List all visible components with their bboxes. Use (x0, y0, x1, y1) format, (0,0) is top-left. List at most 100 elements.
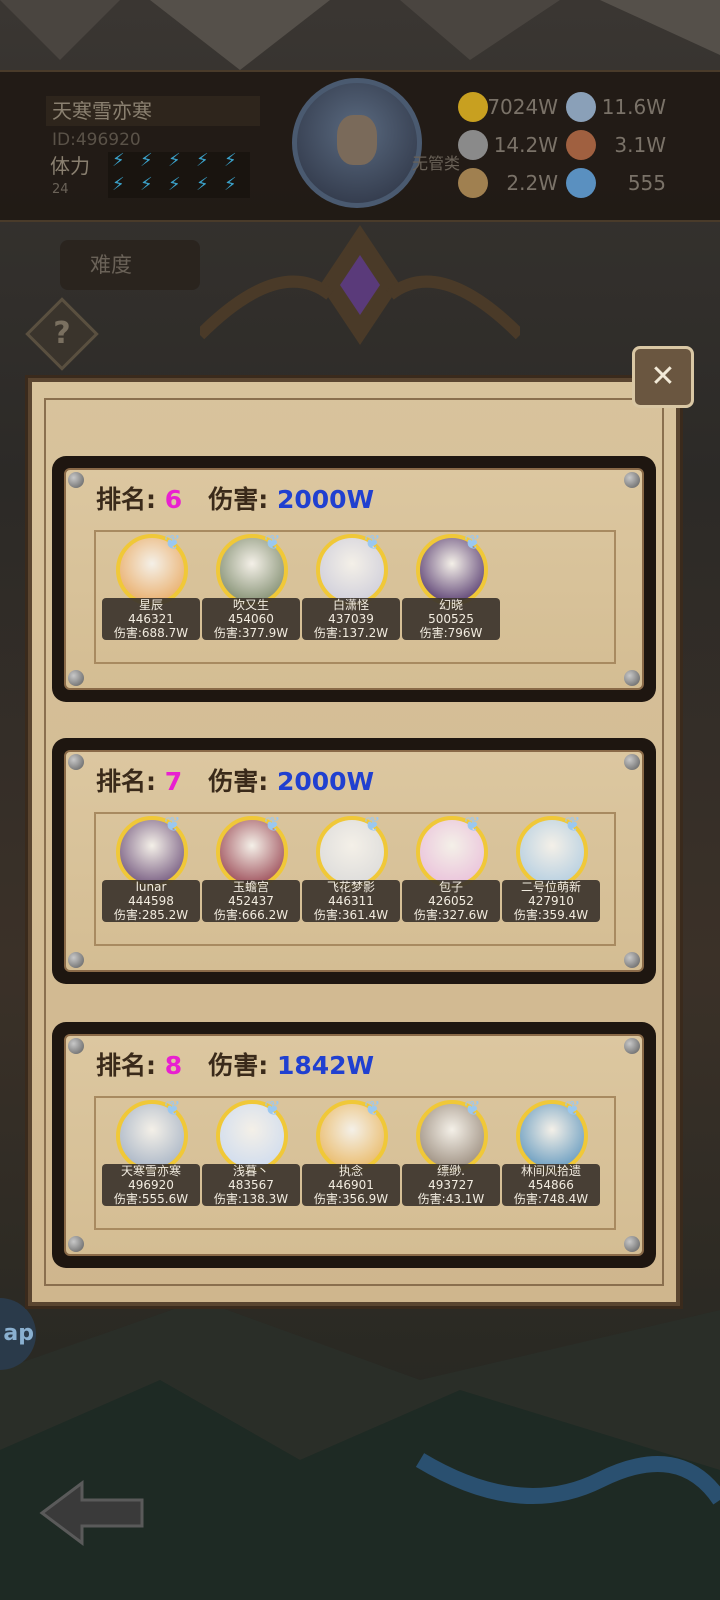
rank-number: 8 (164, 1051, 183, 1080)
lightning-icon: ⚡ (140, 174, 153, 195)
member-power: 454866 (528, 1178, 574, 1192)
member-name: 飞花梦影 (326, 880, 375, 894)
member-name: 玉蟾宫 (232, 880, 269, 894)
team-card: 排名: 8 伤害: 1842W ❦ 天寒雪亦寒 496920 伤害:555.6W ❦ 浅暮丶… (52, 1022, 656, 1268)
member-damage: 伤害:137.2W (313, 626, 389, 640)
team-member[interactable]: ❦ 星辰 446321 伤害:688.7W (102, 532, 200, 654)
member-power: 500525 (428, 612, 474, 626)
rivet (68, 1236, 84, 1252)
back-button[interactable] (32, 1478, 148, 1548)
team-member[interactable]: ❦ 缥缈. 493727 伤害:43.1W (402, 1096, 500, 1220)
team-rank-line: 排名: 8 伤害: 1842W (96, 1046, 374, 1082)
member-name: 白潇怪 (332, 598, 369, 612)
member-damage: 伤害:138.3W (213, 1192, 289, 1206)
team-member[interactable]: ❦ 林间风拾遗 454866 伤害:748.4W (502, 1096, 600, 1220)
rank-number: 7 (164, 767, 183, 796)
rivet (68, 670, 84, 686)
rivet (68, 952, 84, 968)
player-title: 无管类 (412, 154, 461, 173)
member-info: 包子 426052 伤害:327.6W (402, 880, 500, 922)
team-member[interactable]: ❦ lunar 444598 伤害:285.2W (102, 814, 200, 936)
rank-label: 排名: (96, 1051, 156, 1080)
player-avatar[interactable] (292, 78, 422, 208)
member-info: 白潇怪 437039 伤害:137.2W (302, 598, 400, 640)
team-member[interactable]: ❦ 浅暮丶 483567 伤害:138.3W (202, 1096, 300, 1220)
player-id: ID:496920 (52, 130, 141, 150)
stamina-label: 体力 (50, 154, 90, 178)
member-info: lunar 444598 伤害:285.2W (102, 880, 200, 922)
team-member[interactable]: ❦ 玉蟾宫 452437 伤害:666.2W (202, 812, 300, 936)
team-damage: 2000W (276, 767, 375, 796)
member-name: 吹又生 (232, 598, 269, 612)
lightning-icon: ⚡ (112, 174, 125, 195)
team-member[interactable]: ❦ 飞花梦影 446311 伤害:361.4W (302, 812, 400, 936)
lightning-icon: ⚡ (140, 150, 153, 171)
wing-icon: ❦ (264, 530, 281, 554)
member-info: 幻晓 500525 伤害:796W (402, 598, 500, 640)
rank-label: 排名: (96, 485, 156, 514)
difficulty-tab[interactable]: 难度 (60, 240, 200, 290)
wing-icon: ❦ (264, 1096, 281, 1120)
lightning-icon: ⚡ (168, 150, 181, 171)
close-icon: ✕ (650, 359, 676, 394)
wing-icon: ❦ (464, 812, 481, 836)
back-arrow-icon (39, 1480, 144, 1546)
damage-label: 伤害: (208, 1051, 269, 1080)
lightning-icon: ⚡ (196, 174, 209, 195)
stamina-value: 24 (52, 182, 69, 197)
member-info: 缥缈. 493727 伤害:43.1W (402, 1164, 500, 1206)
resource-value: 3.1W (614, 133, 666, 157)
member-damage: 伤害:327.6W (413, 908, 489, 922)
team-member[interactable]: ❦ 幻晓 500525 伤害:796W (402, 530, 500, 654)
damage-label: 伤害: (208, 767, 269, 796)
member-power: 452437 (228, 894, 274, 908)
side-tab-label: ap (3, 1321, 34, 1346)
member-info: 玉蟾宫 452437 伤害:666.2W (202, 880, 300, 922)
member-info: 执念 446901 伤害:356.9W (302, 1164, 400, 1206)
wing-icon: ❦ (364, 812, 381, 836)
wing-icon: ❦ (264, 812, 281, 836)
member-info: 二号位萌新 427910 伤害:359.4W (502, 880, 600, 922)
damage-label: 伤害: (208, 485, 269, 514)
lightning-icon: ⚡ (224, 150, 237, 171)
member-info: 飞花梦影 446311 伤害:361.4W (302, 880, 400, 922)
rank-number: 6 (164, 485, 183, 514)
wing-icon: ❦ (564, 1096, 581, 1120)
wing-icon: ❦ (464, 1096, 481, 1120)
member-name: 执念 (338, 1164, 363, 1178)
resource-value: 7024W (487, 95, 558, 119)
team-member[interactable]: ❦ 吹又生 454060 伤害:377.9W (202, 530, 300, 654)
rank-label: 排名: (96, 767, 156, 796)
team-card: 排名: 7 伤害: 2000W ❦ lunar 444598 伤害:285.2W ❦ 玉蟾宫… (52, 738, 656, 984)
member-info: 浅暮丶 483567 伤害:138.3W (202, 1164, 300, 1206)
team-member[interactable]: ❦ 白潇怪 437039 伤害:137.2W (302, 530, 400, 654)
help-icon: ? (53, 316, 71, 351)
member-info: 吹又生 454060 伤害:377.9W (202, 598, 300, 640)
stamina-bolts: ⚡ ⚡ ⚡ ⚡ ⚡ ⚡ ⚡ ⚡ ⚡ ⚡ (108, 152, 250, 198)
wing-icon: ❦ (364, 530, 381, 554)
member-damage: 伤害:748.4W (513, 1192, 589, 1206)
close-button[interactable]: ✕ (632, 346, 694, 408)
lightning-icon: ⚡ (196, 150, 209, 171)
member-power: 446311 (328, 894, 374, 908)
member-power: 483567 (228, 1178, 274, 1192)
wing-icon: ❦ (364, 1096, 381, 1120)
lightning-icon: ⚡ (224, 174, 237, 195)
team-rank-line: 排名: 7 伤害: 2000W (96, 762, 374, 798)
team-member[interactable]: ❦ 天寒雪亦寒 496920 伤害:555.6W (102, 1098, 200, 1220)
member-power: 426052 (428, 894, 474, 908)
member-damage: 伤害:356.9W (313, 1192, 389, 1206)
rivet (624, 472, 640, 488)
member-power: 493727 (428, 1178, 474, 1192)
team-rank-line: 排名: 6 伤害: 2000W (96, 480, 374, 516)
member-info: 林间风拾遗 454866 伤害:748.4W (502, 1164, 600, 1206)
team-member[interactable]: ❦ 二号位萌新 427910 伤害:359.4W (502, 814, 600, 936)
team-member[interactable]: ❦ 包子 426052 伤害:327.6W (402, 812, 500, 936)
member-damage: 伤害:555.6W (113, 1192, 189, 1206)
member-damage: 伤害:688.7W (113, 626, 189, 640)
team-member[interactable]: ❦ 执念 446901 伤害:356.9W (302, 1096, 400, 1220)
resource-value: 2.2W (506, 171, 558, 195)
member-power: 454060 (228, 612, 274, 626)
member-damage: 伤害:361.4W (313, 908, 389, 922)
wing-icon: ❦ (464, 530, 481, 554)
